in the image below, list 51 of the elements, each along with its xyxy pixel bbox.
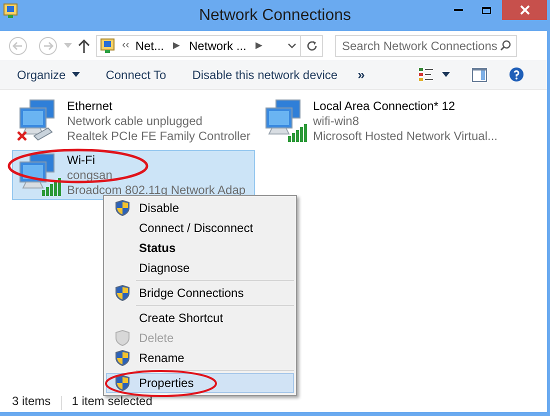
connection-item[interactable]: Local Area Connection* 12 wifi-win8 Microsoft Hosted Network Virtual...: [258, 96, 501, 146]
close-icon: [520, 5, 530, 15]
menu-item[interactable]: Connect / Disconnect: [106, 218, 294, 238]
refresh-icon: [306, 40, 318, 52]
connection-name: Local Area Connection* 12: [313, 99, 456, 114]
selection-count: 1 item selected: [72, 393, 152, 410]
help-icon[interactable]: [509, 67, 524, 82]
preview-pane-icon[interactable]: [472, 68, 487, 82]
connection-item[interactable]: Ethernet Network cable unplugged Realtek PCIe FE Family Controller: [12, 96, 255, 146]
up-arrow-icon[interactable]: [78, 38, 90, 52]
network-folder-icon: [100, 38, 116, 54]
overflow-chevron[interactable]: ‹‹: [122, 37, 130, 54]
shield-icon: [114, 200, 130, 216]
menu-item[interactable]: Status: [106, 238, 294, 258]
menu-item[interactable]: Bridge Connections: [106, 283, 294, 303]
dropdown-chevron-icon[interactable]: [288, 42, 296, 48]
search-field[interactable]: Search Network Connections: [335, 34, 517, 56]
address-bar[interactable]: ‹‹ Net... ▶ Network ... ▶: [96, 34, 323, 56]
chevron[interactable]: ▶: [255, 38, 262, 52]
menu-item[interactable]: Disable: [106, 198, 294, 218]
toolbar-button[interactable]: Disable this network device: [192, 66, 338, 84]
connection-name: Wi-Fi: [67, 153, 96, 168]
toolbar-button[interactable]: Organize: [17, 66, 80, 84]
network-folder-icon: [3, 3, 19, 19]
caret-icon[interactable]: [442, 72, 450, 77]
connection-status: Network cable unplugged: [67, 114, 204, 129]
toolbar-button[interactable]: Connect To: [106, 66, 166, 84]
device-name: Broadcom 802.11g Network Adap: [67, 183, 246, 198]
chevron[interactable]: ▶: [173, 38, 180, 52]
connection-status: congsan: [67, 168, 114, 183]
shield-icon: [114, 285, 130, 301]
shield-icon: [114, 350, 130, 366]
more-commands-button[interactable]: »: [358, 64, 365, 84]
menu-item[interactable]: Rename: [106, 348, 294, 368]
shield-icon: [114, 375, 130, 391]
breadcrumb[interactable]: Net...: [135, 36, 164, 54]
caret-icon: [72, 72, 80, 77]
device-name: Microsoft Hosted Network Virtual...: [313, 129, 498, 144]
menu-item[interactable]: Properties: [106, 373, 294, 393]
close-button[interactable]: [502, 0, 547, 20]
menu-item[interactable]: Diagnose: [106, 258, 294, 278]
item-count: 3 items: [12, 393, 51, 410]
menu-item[interactable]: Create Shortcut: [106, 308, 294, 328]
shield-icon: [114, 330, 130, 346]
breadcrumb[interactable]: Network ...: [189, 36, 246, 54]
window-title: Network Connections: [198, 6, 352, 26]
connection-name: Ethernet: [67, 99, 114, 114]
connection-status: wifi-win8: [313, 114, 360, 129]
search-icon[interactable]: [500, 40, 511, 51]
view-options-icon[interactable]: [418, 67, 434, 82]
device-name: Realtek PCIe FE Family Controller: [67, 129, 250, 144]
